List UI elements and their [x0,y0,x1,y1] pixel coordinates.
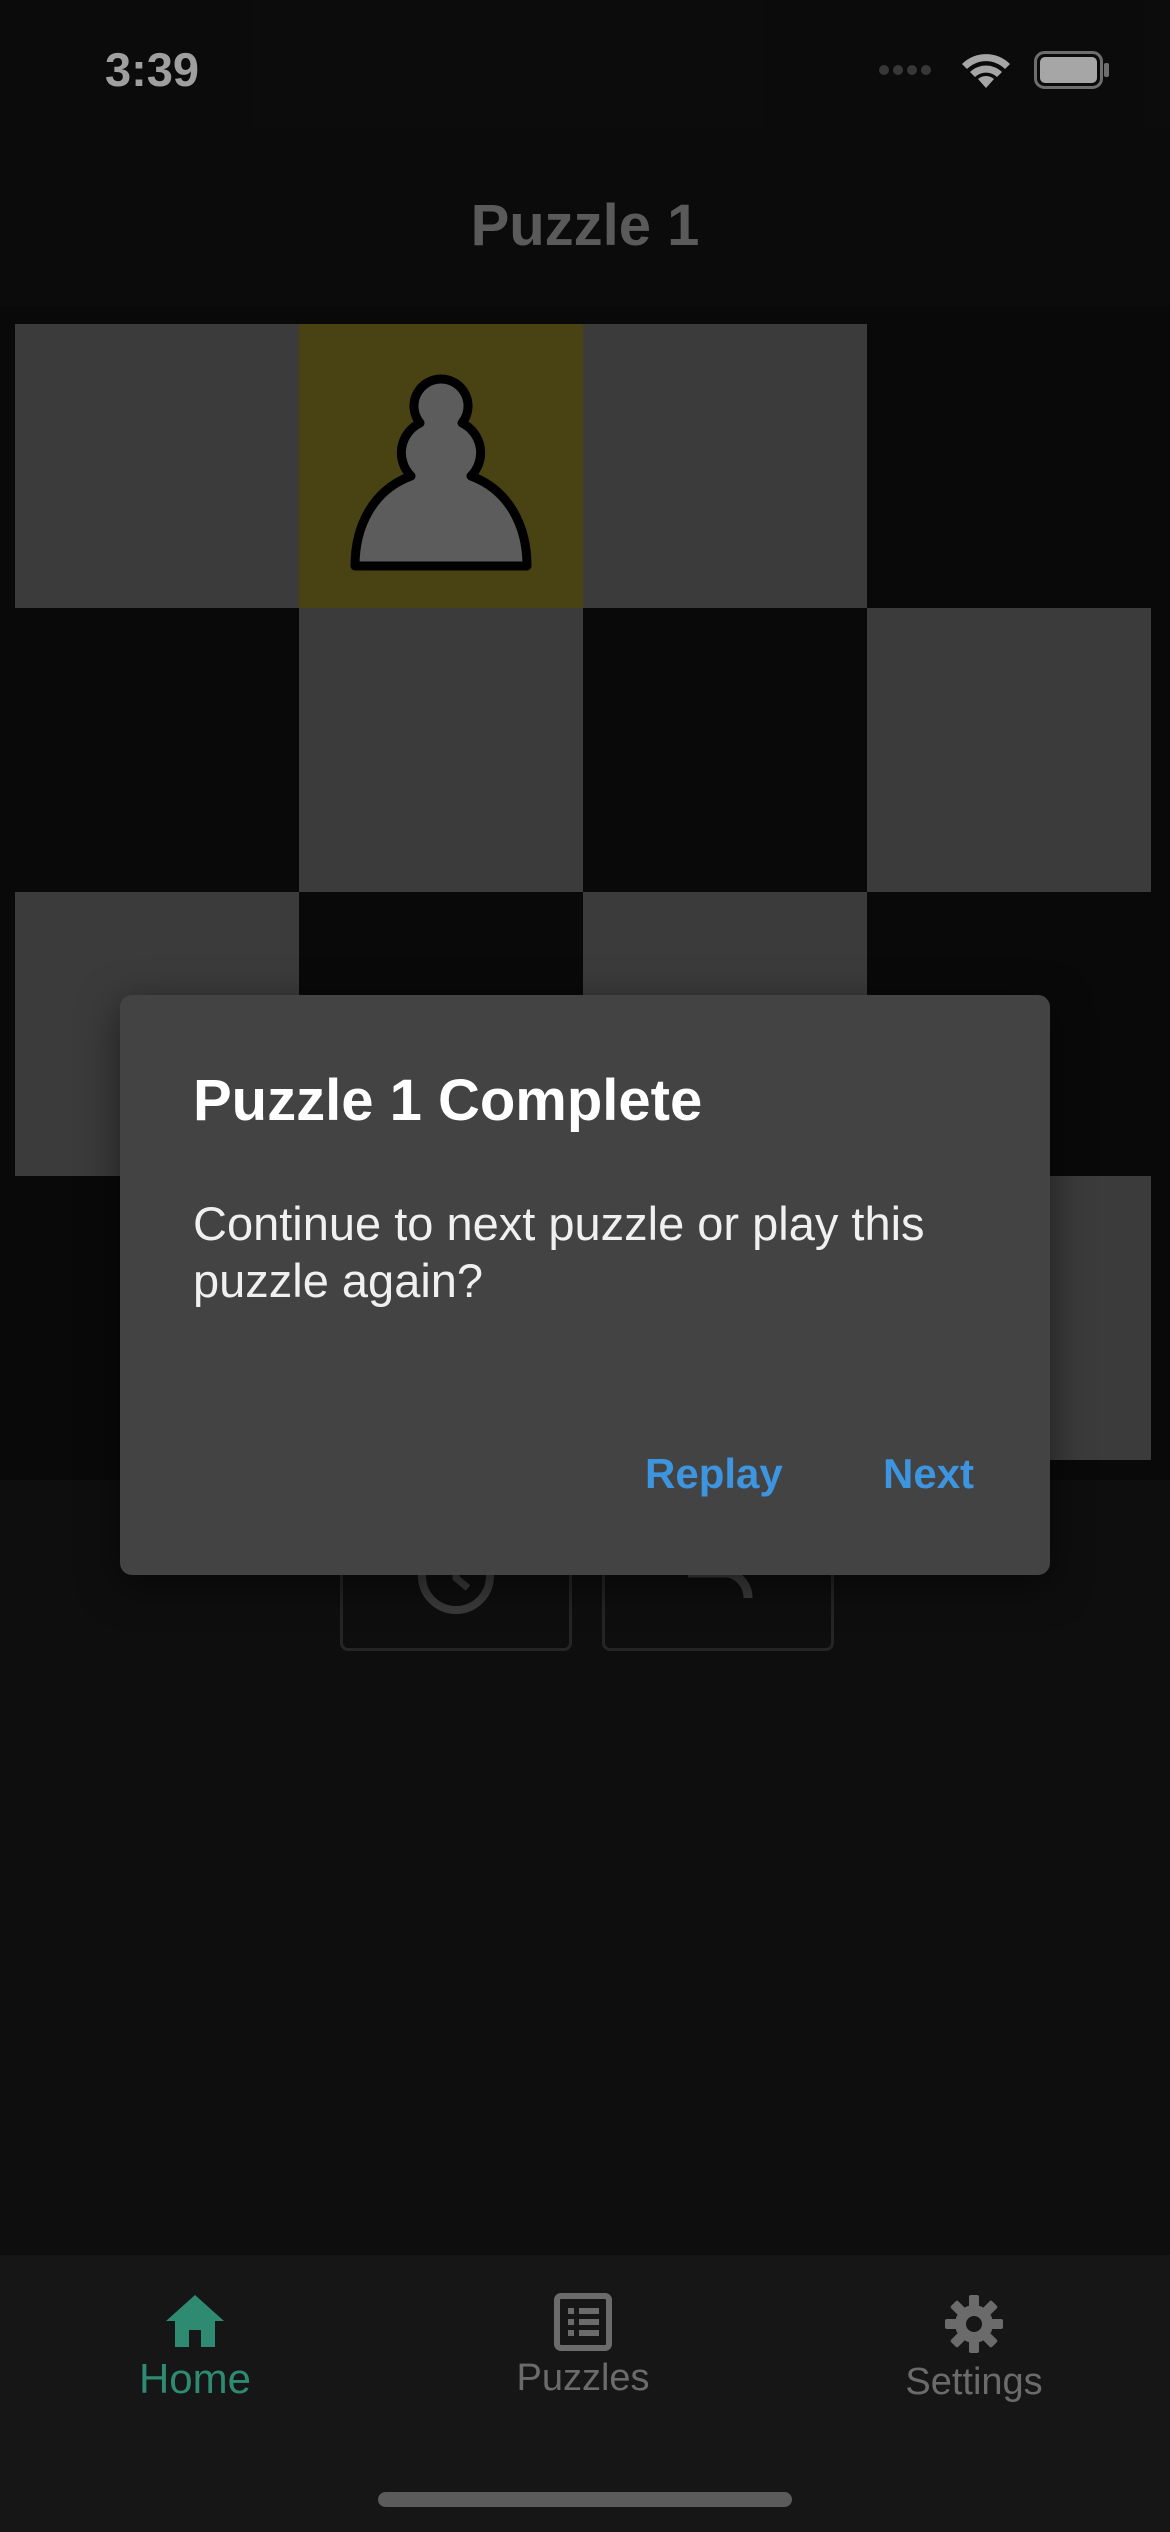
tab-settings-label: Settings [905,2361,1043,2403]
tab-puzzles-label: Puzzles [516,2357,650,2399]
tab-home[interactable]: Home [45,2255,345,2403]
tab-home-label: Home [138,2355,252,2402]
replay-button[interactable]: Replay [645,1450,783,1498]
tab-puzzles[interactable]: Puzzles [433,2255,733,2400]
next-button[interactable]: Next [883,1450,974,1498]
home-indicator [378,2492,792,2507]
dialog-message: Continue to next puzzle or play this puz… [193,1197,925,1307]
dialog-title: Puzzle 1 Complete [193,1068,703,1133]
list-icon [554,2293,612,2351]
tab-settings[interactable]: Settings [824,2255,1124,2404]
gear-icon [945,2295,1003,2353]
tab-bar: Home Puzzles Settings [0,2255,1170,2532]
completion-dialog: Puzzle 1 Complete Continue to next puzzl… [120,995,1050,1575]
home-icon [166,2295,224,2347]
